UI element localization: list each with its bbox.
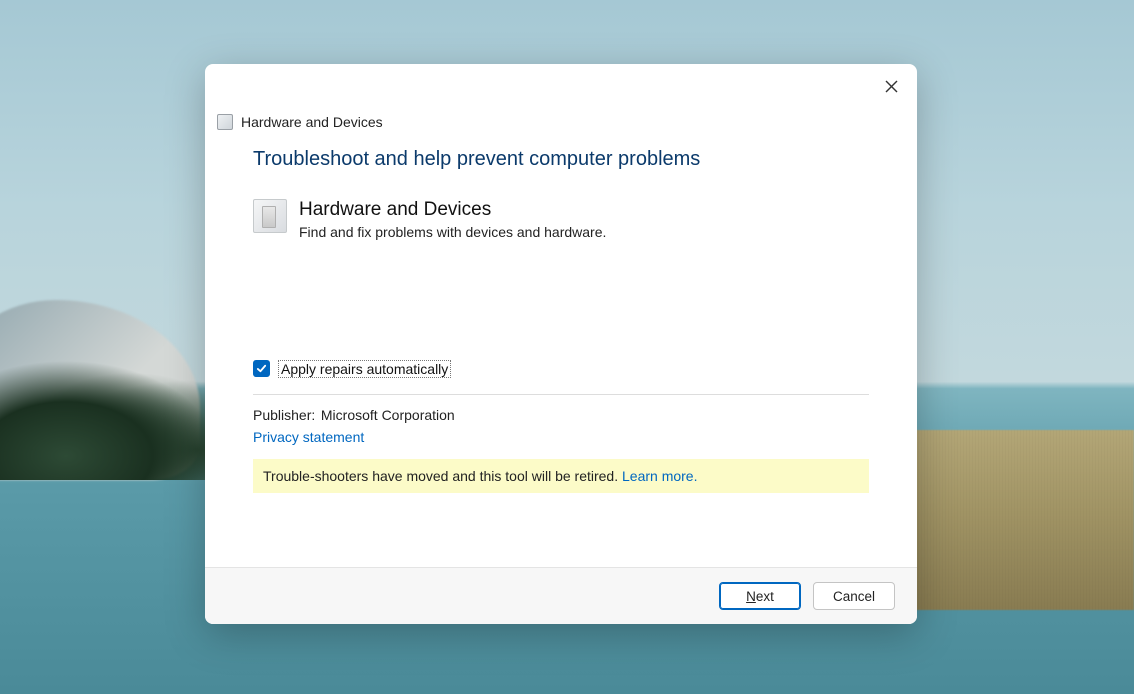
dialog-content: Troubleshoot and help prevent computer p…: [205, 136, 917, 567]
retirement-notice: Trouble-shooters have moved and this too…: [253, 459, 869, 493]
apply-repairs-row: Apply repairs automatically: [253, 360, 869, 378]
apply-repairs-checkbox[interactable]: [253, 360, 270, 377]
troubleshooter-row: Hardware and Devices Find and fix proble…: [253, 199, 869, 240]
troubleshooter-title: Hardware and Devices: [299, 199, 606, 222]
close-icon: [885, 80, 898, 93]
dialog-title: Hardware and Devices: [241, 114, 383, 130]
divider: [253, 394, 869, 395]
cancel-button[interactable]: Cancel: [813, 582, 895, 610]
dialog-titlebar: Hardware and Devices: [205, 64, 917, 136]
next-accel: N: [746, 589, 756, 604]
troubleshooter-dialog: Hardware and Devices Troubleshoot and he…: [205, 64, 917, 624]
apply-repairs-label[interactable]: Apply repairs automatically: [278, 360, 451, 378]
publisher-value: Microsoft Corporation: [321, 407, 455, 423]
wallpaper-trees: [0, 360, 220, 480]
close-button[interactable]: [879, 74, 903, 98]
next-button[interactable]: Next: [719, 582, 801, 610]
troubleshooter-description: Find and fix problems with devices and h…: [299, 224, 606, 240]
notice-text: Trouble-shooters have moved and this too…: [263, 468, 622, 484]
dialog-footer: Next Cancel: [205, 567, 917, 624]
hardware-devices-icon: [253, 199, 287, 233]
troubleshooter-text: Hardware and Devices Find and fix proble…: [299, 199, 606, 240]
page-heading: Troubleshoot and help prevent computer p…: [253, 148, 869, 171]
hardware-devices-small-icon: [217, 114, 233, 130]
learn-more-link[interactable]: Learn more.: [622, 468, 697, 484]
publisher-row: Publisher: Microsoft Corporation: [253, 407, 869, 423]
publisher-label: Publisher:: [253, 407, 317, 423]
checkmark-icon: [256, 363, 267, 374]
privacy-statement-link[interactable]: Privacy statement: [253, 429, 869, 445]
next-rest: ext: [756, 589, 774, 604]
